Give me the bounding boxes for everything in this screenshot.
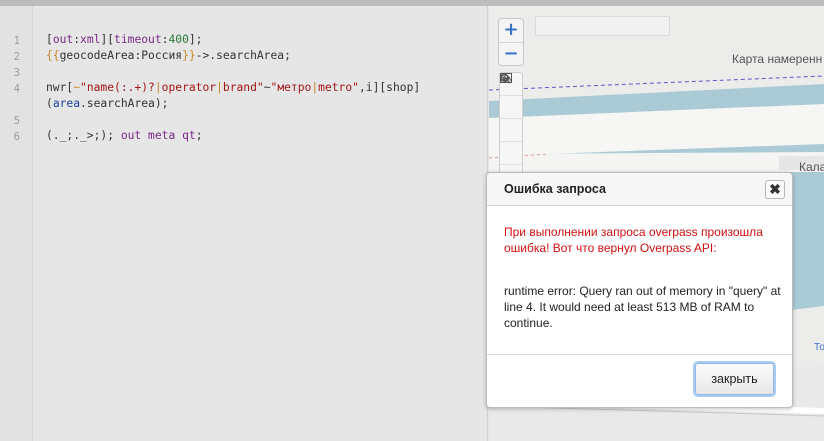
error-message: При выполнении запроса overpass произошл… — [504, 225, 763, 255]
line-number-gutter: 1 2 3 4 5 6 — [0, 6, 33, 441]
map-label: Кала — [799, 160, 824, 174]
dialog-header: Ошибка запроса ✖ — [487, 173, 792, 206]
image-icon[interactable] — [500, 73, 522, 142]
code-line-6: (._;._>;); out meta qt; — [46, 129, 203, 142]
query-editor[interactable]: 1 2 3 4 5 6 [out:xml][timeout:400]; {{ge… — [0, 6, 488, 441]
circle-icon[interactable] — [500, 73, 522, 119]
zoom-out-button[interactable]: − — [499, 42, 523, 65]
line-number: 6 — [13, 131, 20, 143]
code-line-4-wrap: (area.searchArea); — [46, 97, 169, 110]
zoom-control: + − — [498, 18, 524, 66]
map-label: То — [814, 342, 824, 353]
map-label: Карта намеренн — [732, 52, 823, 66]
line-number: 4 — [13, 83, 20, 95]
dialog-title: Ошибка запроса — [504, 182, 606, 196]
error-dialog: Ошибка запроса ✖ При выполнении запроса … — [486, 172, 793, 408]
map-toolbar — [499, 72, 523, 176]
code-line-4: nwr[~"name(:.+)?|operator|brand"~"метро|… — [46, 81, 421, 94]
zoom-in-button[interactable]: + — [499, 19, 523, 42]
close-icon[interactable]: ✖ — [765, 180, 785, 199]
map-search-box[interactable] — [535, 16, 670, 36]
code-line-2: {{geocodeArea:Россия}}->.searchArea; — [46, 49, 291, 62]
code-line-1: [out:xml][timeout:400]; — [46, 33, 203, 46]
line-number: 1 — [13, 35, 20, 47]
line-number: 3 — [13, 67, 20, 79]
close-button[interactable]: закрыть — [695, 363, 774, 395]
arrow-left-bar-icon[interactable] — [500, 74, 522, 165]
dialog-divider — [487, 354, 792, 355]
line-number: 2 — [13, 51, 20, 63]
error-details: runtime error: Query ran out of memory i… — [504, 284, 781, 330]
line-number: 5 — [13, 115, 20, 127]
